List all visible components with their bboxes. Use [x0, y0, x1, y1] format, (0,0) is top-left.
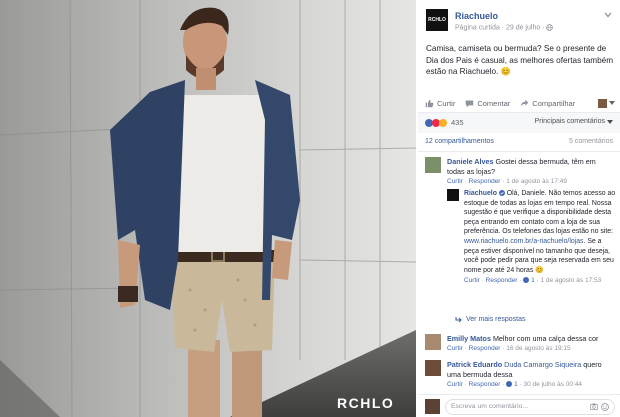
reactions-bar: 435 Principais comentários [418, 112, 620, 133]
comment-like-count[interactable]: 1 [506, 381, 519, 388]
post-actions-bar: Curtir Comentar Compartilhar [425, 96, 615, 110]
more-replies-label: Ver mais respostas [466, 316, 526, 323]
emoji-icon[interactable] [601, 403, 609, 411]
comment-actions: Curtir · Responder · 16 de agosto às 19:… [447, 345, 571, 352]
reaction-summary[interactable]: 435 [425, 118, 464, 127]
reply-arrow-icon [455, 316, 462, 322]
comments-count[interactable]: 5 comentários [569, 138, 613, 145]
verified-badge-icon [498, 190, 505, 196]
reply-author-name[interactable]: Riachuelo [464, 190, 497, 197]
reply-link[interactable]: www.riachuelo.com.br/a-riachuelo/lojas [464, 238, 584, 245]
post-stats: 12 compartilhamentos 5 comentários [418, 133, 620, 152]
photo-brand-logo: RCHLO [337, 395, 395, 411]
reply-time[interactable]: 1 de agosto às 17:53 [541, 277, 602, 284]
comment-actions: Curtir · Responder · 1 · 30 de julho às … [447, 381, 583, 388]
comment-input-placeholder: Escreva um comentário... [451, 403, 529, 410]
like-label: Curtir [437, 98, 456, 108]
comment-time[interactable]: 1 de agosto às 17:49 [506, 178, 567, 185]
comment-button[interactable]: Comentar [465, 99, 510, 108]
post-photo[interactable]: RCHLO [0, 0, 416, 417]
wow-reaction-icon [439, 118, 447, 127]
post-meta: Página curtida · 29 de julho · [455, 24, 554, 32]
like-badge-icon [506, 381, 513, 387]
camera-icon[interactable] [590, 403, 598, 410]
reply-likes-value: 1 [531, 277, 535, 285]
page-avatar-text: RCHLO [428, 17, 446, 23]
reply-actions: Curtir · Responder · 1 · 1 de agosto às … [464, 277, 602, 285]
post-details-panel: RCHLO Riachuelo Página curtida · 29 de j… [418, 0, 620, 417]
comment-input[interactable]: Escreva um comentário... [445, 399, 615, 415]
like-button[interactable]: Curtir [425, 99, 455, 108]
photo-illustration [0, 0, 416, 417]
page-reply-avatar[interactable] [447, 189, 459, 201]
reply-like-link[interactable]: Curtir [464, 277, 480, 284]
comment-item: Emilly Matos Melhor com uma calça dessa … [425, 334, 615, 354]
comment-time[interactable]: 16 de agosto às 19:15 [506, 345, 570, 352]
comment-reply-link[interactable]: Responder [469, 178, 501, 185]
comment-item: Daniele Alves Gostei dessa bermuda, têm … [425, 157, 615, 187]
comment-filter-dropdown[interactable]: Principais comentários [535, 118, 613, 125]
comment-reply-link[interactable]: Responder [469, 381, 501, 388]
comment-like-link[interactable]: Curtir [447, 345, 463, 352]
comment-body: Daniele Alves Gostei dessa bermuda, têm … [447, 157, 615, 187]
comment-likes-value: 1 [514, 381, 518, 388]
like-badge-icon [523, 277, 530, 284]
comment-label: Comentar [477, 98, 511, 108]
shares-count[interactable]: 12 compartilhamentos [425, 138, 494, 145]
commenter-avatar[interactable] [425, 157, 441, 173]
page-avatar[interactable]: RCHLO [426, 9, 448, 31]
comment-body: Emilly Matos Melhor com uma calça dessa … [447, 334, 615, 354]
chevron-down-icon[interactable] [604, 12, 612, 18]
comment-body: Patrick Eduardo Duda Camargo Siqueira qu… [447, 360, 615, 390]
reply-body: Riachuelo Olá, Daniele. Não temos acesso… [464, 189, 617, 286]
comment-text: Melhor com uma calça dessa cor [492, 334, 599, 343]
commenter-name[interactable]: Daniele Alves [447, 157, 493, 166]
commenter-name[interactable]: Patrick Eduardo [447, 360, 502, 369]
more-replies-link[interactable]: Ver mais respostas [455, 316, 526, 323]
comment-item: Patrick Eduardo Duda Camargo Siqueira qu… [425, 360, 615, 390]
globe-icon [546, 24, 554, 31]
reply-reply-link[interactable]: Responder [486, 277, 518, 284]
comment-actions: Curtir · Responder · 1 de agosto às 17:4… [447, 178, 567, 185]
commenter-name[interactable]: Emilly Matos [447, 334, 491, 343]
comment-reply-link[interactable]: Responder [469, 345, 501, 352]
commenter-avatar[interactable] [425, 360, 441, 376]
share-button[interactable]: Compartilhar [520, 99, 575, 108]
reaction-count: 435 [451, 118, 464, 127]
thumbs-up-icon [425, 99, 434, 107]
share-icon [521, 99, 529, 106]
comment-like-link[interactable]: Curtir [447, 178, 463, 185]
user-avatar [598, 98, 607, 108]
comment-icon [466, 100, 474, 107]
caret-down-icon [607, 119, 613, 124]
comment-time[interactable]: 30 de julho às 00:44 [524, 381, 583, 388]
comment-composer: Escreva um comentário... [418, 394, 620, 417]
comment-like-link[interactable]: Curtir [447, 381, 463, 388]
tagged-user[interactable]: Duda Camargo Siqueira [504, 360, 581, 369]
post-meta-text: Página curtida · 29 de julho · [455, 24, 547, 32]
share-label: Compartilhar [532, 98, 576, 108]
comment-filter-label: Principais comentários [534, 118, 605, 125]
commenter-avatar[interactable] [425, 334, 441, 350]
reply-like-count[interactable]: 1 [523, 277, 536, 284]
caret-down-icon [609, 101, 615, 105]
page-name[interactable]: Riachuelo [455, 11, 498, 21]
post-as-selector[interactable] [598, 98, 615, 108]
composer-avatar [425, 399, 440, 414]
post-text: Camisa, camiseta ou bermuda? Se o presen… [426, 44, 614, 76]
comment-reply-item: Riachuelo Olá, Daniele. Não temos acesso… [447, 189, 617, 286]
